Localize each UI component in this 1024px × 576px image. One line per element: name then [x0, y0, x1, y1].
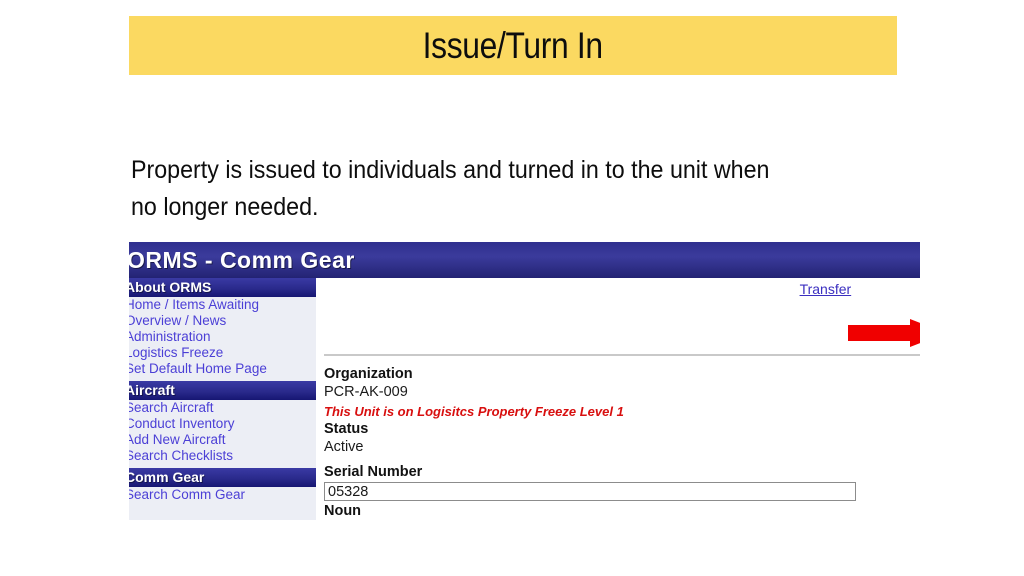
- status-label: Status: [324, 421, 369, 437]
- serial-number-input[interactable]: 05328: [324, 482, 856, 501]
- content-divider: [324, 354, 920, 356]
- noun-label: Noun: [324, 503, 362, 519]
- sidebar-item-home-items-awaiting[interactable]: Home / Items Awaiting: [129, 297, 316, 313]
- sidebar-item-set-default-home-page[interactable]: Set Default Home Page: [129, 361, 316, 377]
- sidebar-item-conduct-inventory[interactable]: Conduct Inventory: [129, 416, 316, 432]
- slide-title-banner: Issue/Turn In: [129, 16, 897, 75]
- orms-content-area: Transfer Issue/Return To move a Organiza…: [316, 278, 920, 520]
- sidebar-item-search-comm-gear[interactable]: Search Comm Gear: [129, 487, 316, 503]
- sidebar-section-about-orms: About ORMS: [129, 278, 316, 297]
- status-value: Active: [324, 439, 364, 455]
- sidebar-item-logistics-freeze[interactable]: Logistics Freeze: [129, 345, 316, 361]
- property-freeze-warning: This Unit is on Logisitcs Property Freez…: [324, 404, 624, 419]
- sidebar-section-comm-gear: Comm Gear: [129, 468, 316, 487]
- sidebar-item-administration[interactable]: Administration: [129, 329, 316, 345]
- page-title: Issue/Turn In: [422, 24, 604, 66]
- serial-number-label: Serial Number: [324, 464, 423, 480]
- slide-body-text: Property is issued to individuals and tu…: [131, 156, 770, 221]
- embedded-orms-screenshot: ORMS - Comm Gear About ORMS Home / Items…: [129, 242, 920, 520]
- sidebar-item-search-aircraft[interactable]: Search Aircraft: [129, 400, 316, 416]
- transfer-link[interactable]: Transfer: [800, 281, 852, 297]
- action-links-row: Transfer Issue/Return: [800, 281, 920, 299]
- organization-value: PCR-AK-009: [324, 384, 408, 400]
- orms-app-title: ORMS - Comm Gear: [129, 247, 355, 273]
- sidebar-section-aircraft: Aircraft: [129, 381, 316, 400]
- orms-header-bar: ORMS - Comm Gear: [129, 242, 920, 278]
- orms-sidebar: About ORMS Home / Items Awaiting Overvie…: [129, 278, 316, 520]
- organization-label: Organization: [324, 366, 413, 382]
- red-arrow-annotation-icon: [848, 319, 920, 347]
- sidebar-item-search-checklists[interactable]: Search Checklists: [129, 448, 316, 464]
- orms-window: ORMS - Comm Gear About ORMS Home / Items…: [129, 242, 920, 520]
- sidebar-item-overview-news[interactable]: Overview / News: [129, 313, 316, 329]
- sidebar-item-add-new-aircraft[interactable]: Add New Aircraft: [129, 432, 316, 448]
